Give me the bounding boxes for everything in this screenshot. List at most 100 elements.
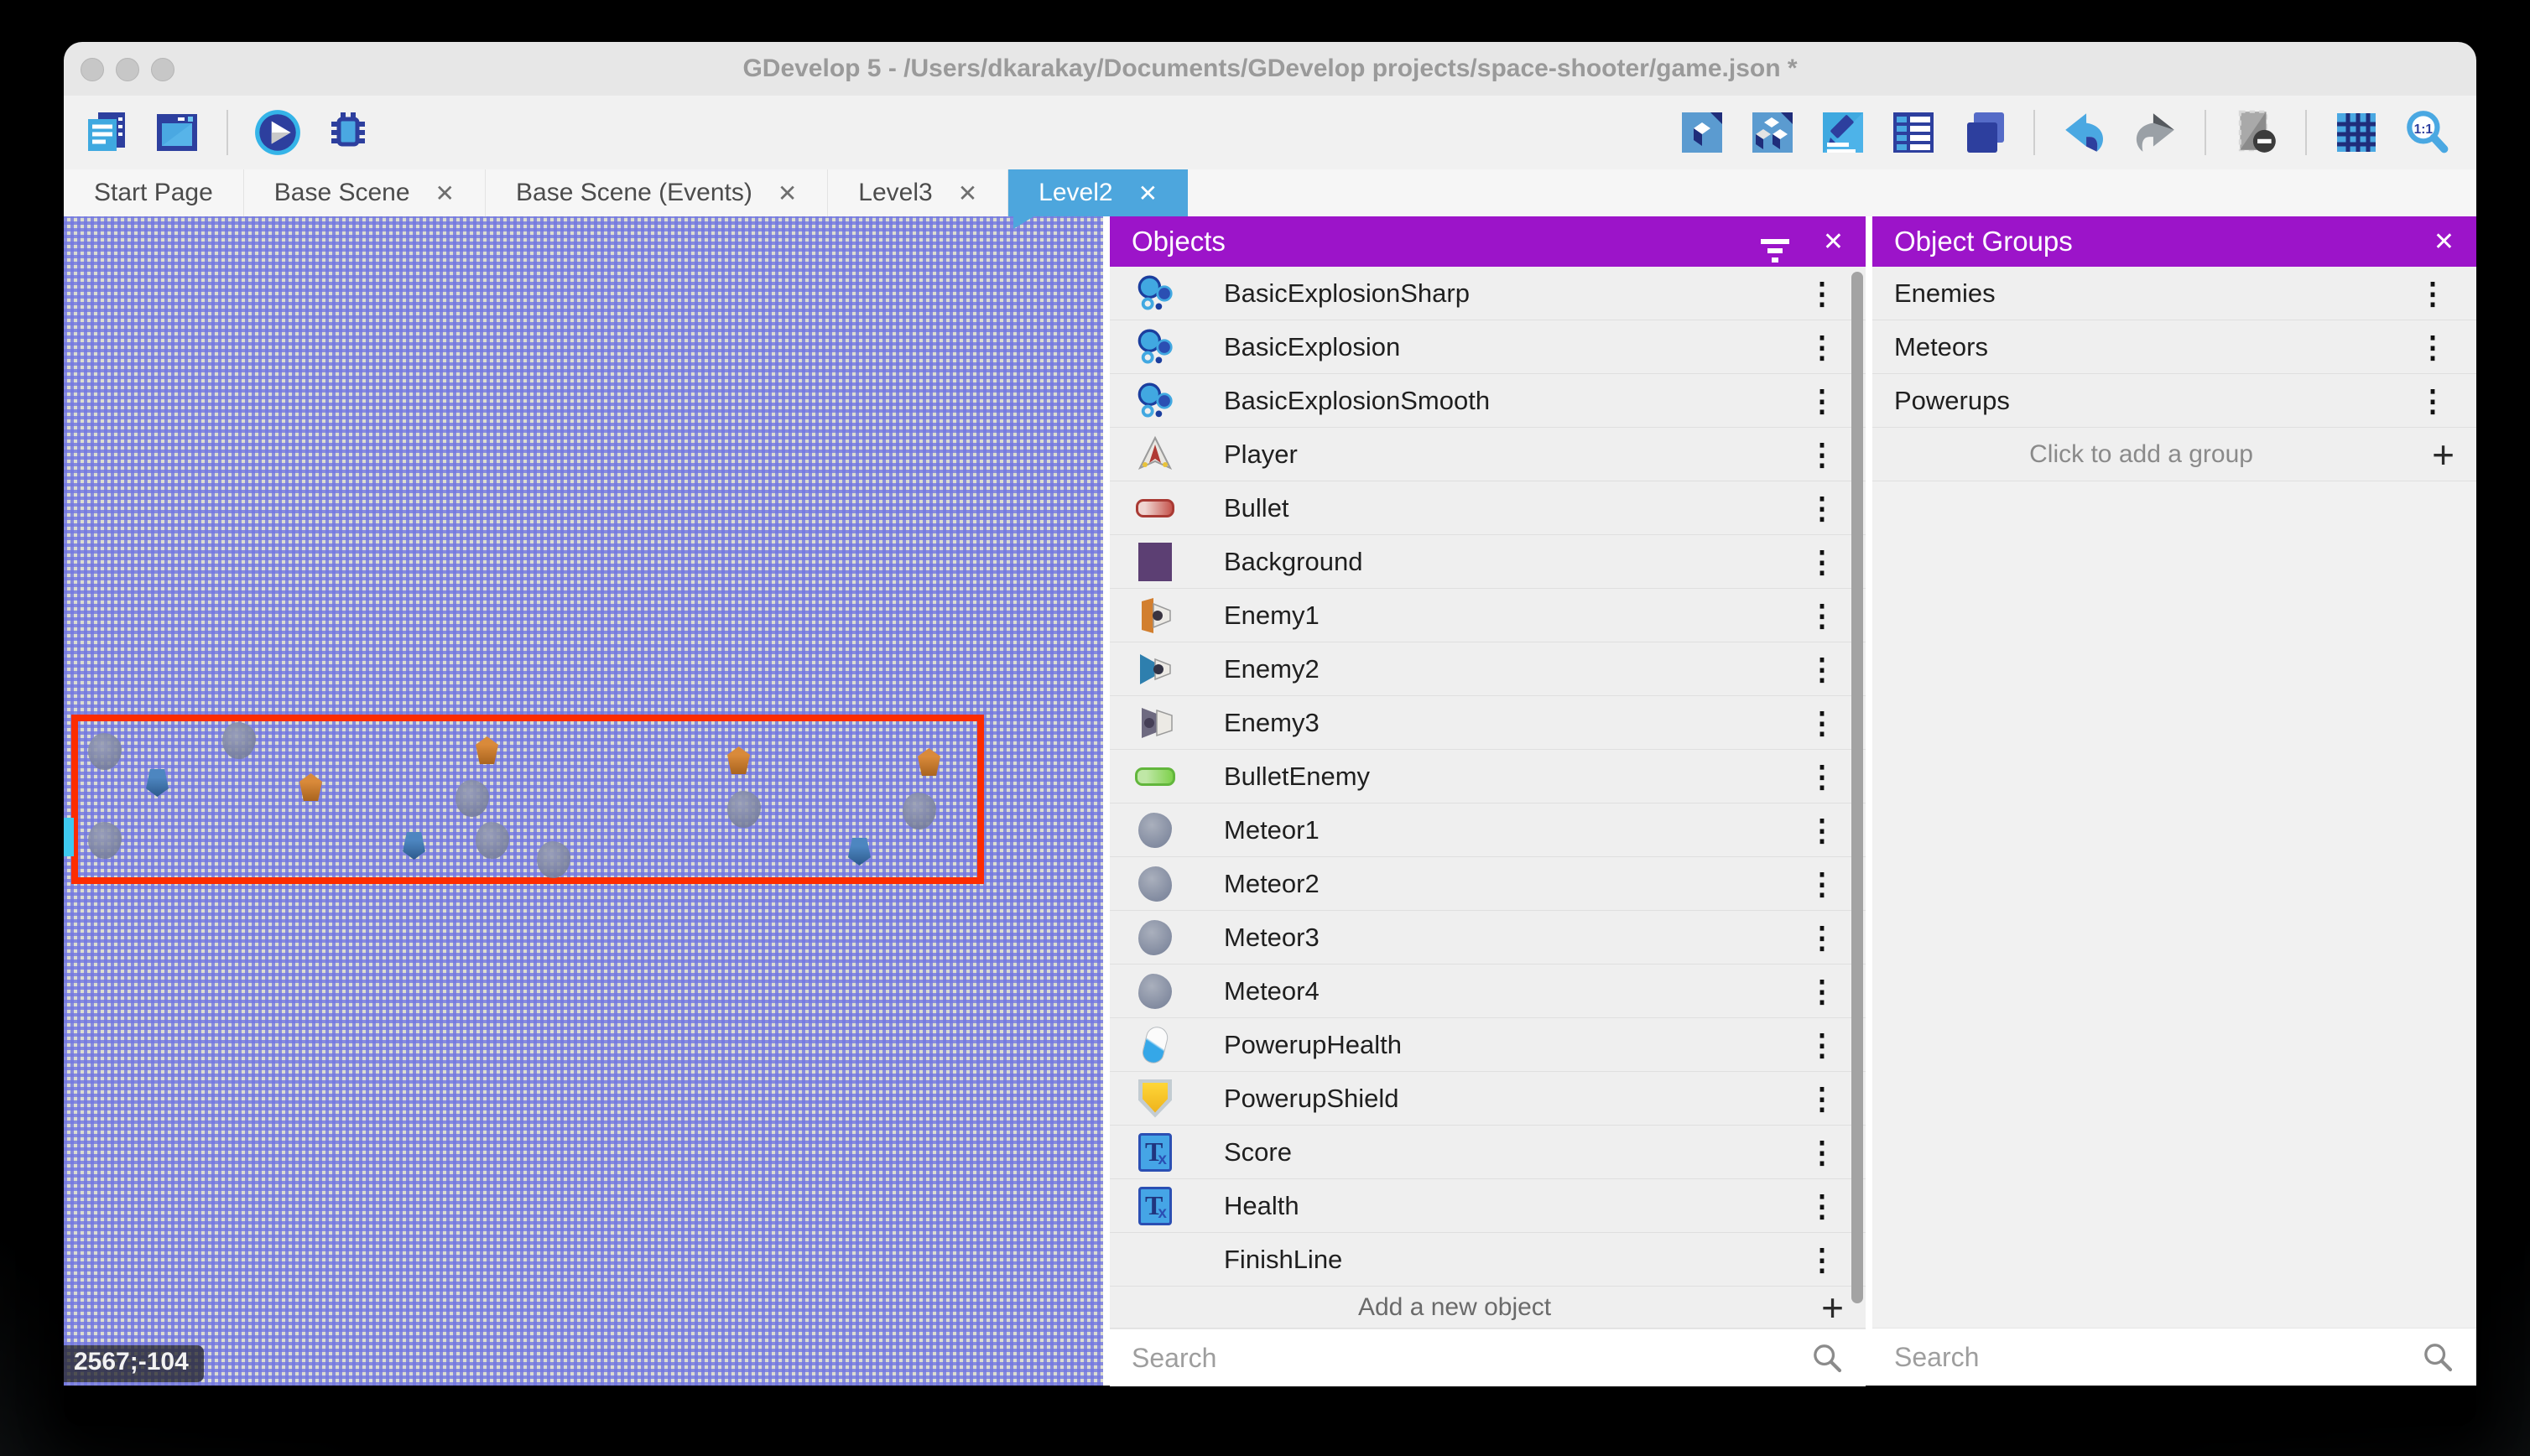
scene-tabs: Start Page Base Scene ✕ Base Scene (Even… (64, 169, 2476, 216)
objects-scrollbar[interactable] (1851, 272, 1863, 1303)
object-row[interactable]: Meteor4 ⋮ (1110, 965, 1866, 1018)
groups-search-input[interactable] (1872, 1342, 2421, 1373)
objects-panel: Objects ✕ BasicExplosionSharp ⋮ BasicExp… (1110, 216, 1866, 1386)
object-row[interactable]: Enemy2 ⋮ (1110, 642, 1866, 696)
row-menu-icon[interactable]: ⋮ (1787, 491, 1857, 526)
row-menu-icon[interactable]: ⋮ (2397, 276, 2468, 311)
add-group-button[interactable]: Click to add a group + (1872, 428, 2476, 481)
row-menu-icon[interactable]: ⋮ (1787, 276, 1857, 311)
tab-base-scene-events[interactable]: Base Scene (Events) ✕ (486, 169, 828, 216)
row-menu-icon[interactable]: ⋮ (1787, 920, 1857, 955)
close-tab-icon[interactable]: ✕ (778, 179, 797, 207)
object-row[interactable]: FinishLine ⋮ (1110, 1233, 1866, 1287)
tab-level3[interactable]: Level3 ✕ (828, 169, 1008, 216)
row-menu-icon[interactable]: ⋮ (1787, 1027, 1857, 1063)
window-minimize-button[interactable] (116, 58, 139, 81)
row-menu-icon[interactable]: ⋮ (1787, 1135, 1857, 1170)
properties-pencil-icon[interactable] (1819, 108, 1867, 157)
add-object-button[interactable]: Add a new object + (1110, 1287, 1866, 1329)
row-menu-icon[interactable]: ⋮ (1787, 1242, 1857, 1277)
instance-marker[interactable] (64, 818, 74, 856)
row-menu-icon[interactable]: ⋮ (1787, 330, 1857, 365)
object-row[interactable]: Health ⋮ (1110, 1179, 1866, 1233)
tab-start-page[interactable]: Start Page (64, 169, 244, 216)
row-menu-icon[interactable]: ⋮ (1787, 652, 1857, 687)
meteor-icon (1132, 974, 1179, 1009)
objects-panel-header: Objects ✕ (1110, 216, 1866, 267)
groups-panel-header: Object Groups ✕ (1872, 216, 2476, 267)
row-menu-icon[interactable]: ⋮ (1787, 598, 1857, 633)
object-row[interactable]: Score ⋮ (1110, 1126, 1866, 1179)
object-row[interactable]: Background ⋮ (1110, 535, 1866, 589)
object-row[interactable]: Enemy3 ⋮ (1110, 696, 1866, 750)
objects-editor-icon[interactable] (1678, 108, 1726, 157)
row-menu-icon[interactable]: ⋮ (1787, 383, 1857, 419)
preview-play-icon[interactable] (253, 108, 302, 157)
redo-icon[interactable] (2131, 108, 2179, 157)
zoom-1-1-icon[interactable]: 1:1 (2402, 108, 2451, 157)
object-row[interactable]: Bullet ⋮ (1110, 481, 1866, 535)
object-row[interactable]: PowerupShield ⋮ (1110, 1072, 1866, 1126)
toolbar-divider (2033, 110, 2035, 155)
row-menu-icon[interactable]: ⋮ (2397, 383, 2468, 419)
group-row[interactable]: Powerups ⋮ (1872, 374, 2476, 428)
explosion-icon (1132, 382, 1179, 419)
render-mask-icon[interactable] (2231, 108, 2280, 157)
text-object-icon (1132, 1133, 1179, 1172)
undo-icon[interactable] (2060, 108, 2109, 157)
row-menu-icon[interactable]: ⋮ (1787, 544, 1857, 580)
row-menu-icon[interactable]: ⋮ (1787, 866, 1857, 902)
plus-icon: + (2410, 438, 2476, 471)
scene-canvas[interactable]: 2567;-104 (64, 216, 1103, 1386)
object-row[interactable]: Enemy1 ⋮ (1110, 589, 1866, 642)
enemy-ship-blue-icon (1132, 650, 1179, 689)
object-groups-icon[interactable] (1748, 108, 1797, 157)
tab-level2[interactable]: Level2 ✕ (1008, 169, 1188, 216)
object-groups-panel: Object Groups ✕ Enemies ⋮ Meteors ⋮ Powe… (1872, 216, 2476, 1386)
objects-search-input[interactable] (1110, 1343, 1810, 1374)
grid-icon[interactable] (2332, 108, 2381, 157)
row-menu-icon[interactable]: ⋮ (1787, 813, 1857, 848)
instances-list-icon[interactable] (1889, 108, 1938, 157)
object-row[interactable]: Meteor1 ⋮ (1110, 803, 1866, 857)
enemy-ship-orange-icon (1132, 596, 1179, 635)
object-row[interactable]: PowerupHealth ⋮ (1110, 1018, 1866, 1072)
window-close-button[interactable] (81, 58, 104, 81)
debug-icon[interactable] (324, 108, 372, 157)
group-row[interactable]: Meteors ⋮ (1872, 320, 2476, 374)
object-row[interactable]: BulletEnemy ⋮ (1110, 750, 1866, 803)
object-row[interactable]: BasicExplosionSharp ⋮ (1110, 267, 1866, 320)
main-toolbar: 1:1 (64, 96, 2476, 170)
toolbar-divider (226, 110, 228, 155)
row-menu-icon[interactable]: ⋮ (1787, 1188, 1857, 1224)
groups-list: Enemies ⋮ Meteors ⋮ Powerups ⋮ (1872, 267, 2476, 428)
object-row[interactable]: Meteor3 ⋮ (1110, 911, 1866, 965)
row-menu-icon[interactable]: ⋮ (2397, 330, 2468, 365)
window-zoom-button[interactable] (151, 58, 174, 81)
selection-rectangle[interactable] (71, 715, 984, 884)
object-row[interactable]: BasicExplosion ⋮ (1110, 320, 1866, 374)
row-menu-icon[interactable]: ⋮ (1787, 974, 1857, 1009)
groups-panel-title: Object Groups (1894, 226, 2405, 257)
object-row[interactable]: BasicExplosionSmooth ⋮ (1110, 374, 1866, 428)
health-pill-icon (1132, 1027, 1179, 1063)
layers-icon[interactable] (1960, 108, 2008, 157)
filter-icon[interactable] (1761, 239, 1789, 244)
row-menu-icon[interactable]: ⋮ (1787, 437, 1857, 472)
row-menu-icon[interactable]: ⋮ (1787, 1081, 1857, 1116)
gdevelop-window: GDevelop 5 - /Users/dkarakay/Documents/G… (64, 42, 2476, 1426)
group-row[interactable]: Enemies ⋮ (1872, 267, 2476, 320)
toolbar-divider (2305, 110, 2307, 155)
scene-window-icon[interactable] (153, 108, 201, 157)
close-panel-icon[interactable]: ✕ (2434, 227, 2455, 257)
row-menu-icon[interactable]: ⋮ (1787, 759, 1857, 794)
project-manager-icon[interactable] (82, 108, 131, 157)
object-row[interactable]: Player ⋮ (1110, 428, 1866, 481)
row-menu-icon[interactable]: ⋮ (1787, 705, 1857, 741)
close-tab-icon[interactable]: ✕ (1138, 179, 1158, 207)
close-tab-icon[interactable]: ✕ (958, 179, 977, 207)
close-panel-icon[interactable]: ✕ (1823, 227, 1844, 257)
object-row[interactable]: Meteor2 ⋮ (1110, 857, 1866, 911)
tab-base-scene[interactable]: Base Scene ✕ (244, 169, 486, 216)
close-tab-icon[interactable]: ✕ (435, 179, 455, 207)
